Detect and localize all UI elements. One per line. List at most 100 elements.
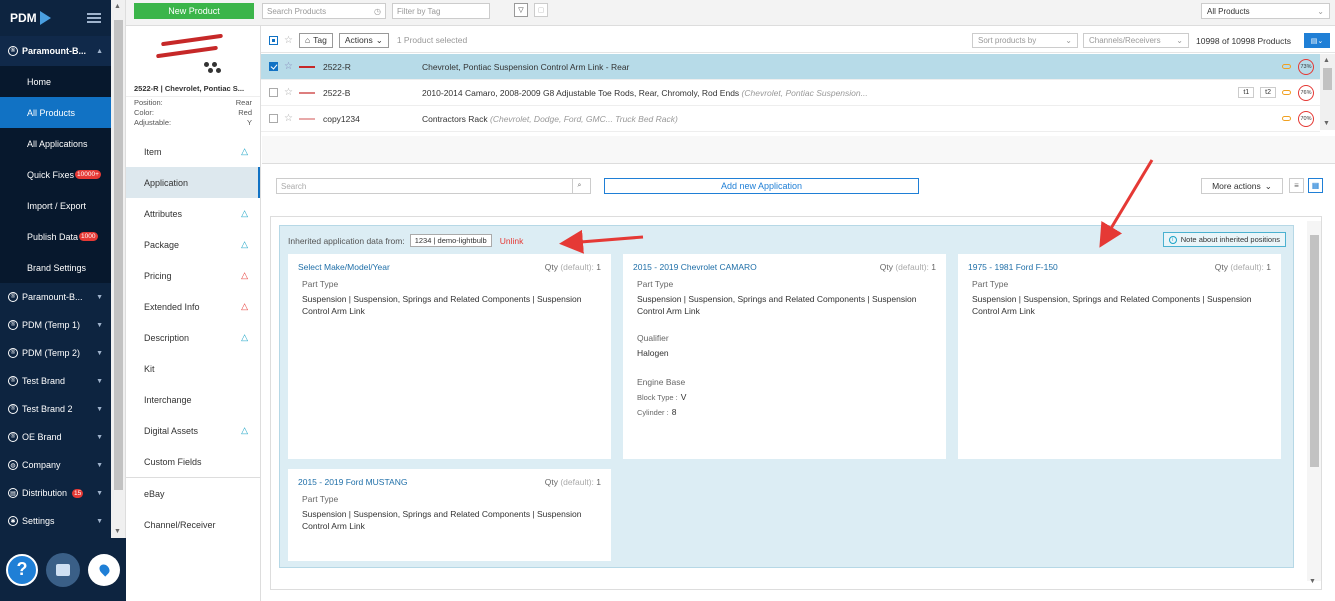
nav-home[interactable]: Home bbox=[0, 66, 111, 97]
application-search-input[interactable]: Search ⌕ bbox=[276, 178, 591, 194]
nav-quick-fixes[interactable]: Quick Fixes 10000+ bbox=[0, 159, 111, 190]
product-row[interactable]: ☆ copy1234 Contractors Rack (Chevrolet, … bbox=[261, 106, 1320, 132]
section-item[interactable]: Pricing △ bbox=[126, 260, 260, 291]
nav-distribution[interactable]: ▤ Distribution 15 ▼ bbox=[0, 479, 111, 507]
card-qty: Qty (default): 1 bbox=[545, 477, 601, 487]
card-title[interactable]: 2015 - 2019 Chevrolet CAMARO bbox=[633, 262, 757, 272]
nav-all-products[interactable]: All Products bbox=[0, 97, 111, 128]
actions-button[interactable]: Actions ⌄ bbox=[338, 32, 389, 48]
product-list-scrollbar[interactable]: ▲ ▼ bbox=[1320, 54, 1335, 130]
list-view-icon[interactable]: ≡ bbox=[1289, 178, 1304, 193]
section-label: Pricing bbox=[144, 270, 172, 281]
section-item[interactable]: Package △ bbox=[126, 229, 260, 260]
row-checkbox[interactable] bbox=[269, 88, 278, 97]
application-card[interactable]: 2015 - 2019 Ford MUSTANG Qty (default): 1… bbox=[288, 469, 611, 561]
scroll-thumb[interactable] bbox=[114, 20, 123, 490]
scroll-thumb[interactable] bbox=[1323, 68, 1332, 90]
more-actions-button[interactable]: More actions ⌄ bbox=[1201, 178, 1283, 194]
brand-label: PDM (Temp 1) bbox=[22, 320, 81, 330]
star-icon[interactable]: ☆ bbox=[284, 35, 293, 46]
product-row[interactable]: ☆ 2522-B 2010-2014 Camaro, 2008-2009 G8 … bbox=[261, 80, 1320, 106]
desc-text: Chevrolet, Pontiac Suspension Control Ar… bbox=[421, 61, 630, 72]
application-card[interactable]: 1975 - 1981 Ford F-150 Qty (default): 1 P… bbox=[958, 254, 1281, 459]
unlink-link[interactable]: Unlink bbox=[500, 236, 524, 246]
section-item[interactable]: Attributes △ bbox=[126, 198, 260, 229]
row-checkbox[interactable] bbox=[269, 114, 278, 123]
brand-item[interactable]: ® Test Brand 2 ▼ bbox=[0, 395, 111, 423]
sidebar-scrollbar[interactable]: ▲ ▼ bbox=[111, 0, 126, 538]
brand-item[interactable]: ® PDM (Temp 1) ▼ bbox=[0, 311, 111, 339]
nav-company[interactable]: ◍ Company ▼ bbox=[0, 451, 111, 479]
product-tag[interactable]: t1 bbox=[1238, 87, 1255, 98]
select-all-checkbox[interactable] bbox=[269, 35, 278, 45]
spec-row: Color: Red bbox=[126, 107, 260, 117]
tag-button[interactable]: ⌂ Tag bbox=[298, 32, 333, 48]
nav-settings[interactable]: ✱ Settings ▼ bbox=[0, 507, 111, 535]
brand-item-active[interactable]: ® Paramount-B... ▲ bbox=[0, 36, 111, 66]
section-item[interactable]: Description △ bbox=[126, 322, 260, 353]
section-item[interactable]: eBay bbox=[126, 478, 260, 509]
add-application-button[interactable]: Add new Application bbox=[604, 178, 919, 194]
section-item[interactable]: Kit bbox=[126, 353, 260, 384]
channels-select[interactable]: Channels/Receivers ⌄ bbox=[1083, 33, 1189, 48]
product-row[interactable]: ☆ 2522-R Chevrolet, Pontiac Suspension C… bbox=[261, 54, 1320, 80]
section-item[interactable]: Item △ bbox=[126, 136, 260, 167]
nav-label: Import / Export bbox=[27, 200, 87, 211]
nav-publish-data[interactable]: Publish Data 1000 bbox=[0, 221, 111, 252]
section-item[interactable]: Custom Fields bbox=[126, 446, 260, 477]
row-checkbox[interactable] bbox=[269, 62, 278, 71]
brand-item[interactable]: ® OE Brand ▼ bbox=[0, 423, 111, 451]
product-tag[interactable]: t2 bbox=[1260, 87, 1276, 98]
desc-extra: (Chevrolet, Pontiac Suspension... bbox=[741, 87, 868, 98]
new-product-button[interactable]: New Product bbox=[134, 3, 254, 19]
filter-tag-input[interactable]: Filter by Tag bbox=[392, 3, 490, 19]
section-item[interactable]: Channel/Receiver bbox=[126, 509, 260, 540]
scope-select[interactable]: All Products ⌄ bbox=[1201, 3, 1330, 19]
card-title[interactable]: Select Make/Model/Year bbox=[298, 262, 390, 272]
nav-brand-settings[interactable]: Brand Settings bbox=[0, 252, 111, 283]
section-item[interactable]: Digital Assets △ bbox=[126, 415, 260, 446]
section-application[interactable]: Application bbox=[126, 167, 260, 198]
help-button[interactable]: ? bbox=[6, 553, 38, 586]
application-card[interactable]: Select Make/Model/Year Qty (default): 1 P… bbox=[288, 254, 611, 459]
section-item[interactable]: Extended Info △ bbox=[126, 291, 260, 322]
applications-scrollbar[interactable] bbox=[1307, 221, 1321, 581]
scroll-down-icon[interactable]: ▼ bbox=[114, 528, 121, 535]
clear-filter-icon[interactable]: ▢ bbox=[534, 3, 548, 17]
scroll-down-icon[interactable]: ▼ bbox=[1309, 578, 1316, 585]
section-item[interactable]: Interchange bbox=[126, 384, 260, 415]
brand-item[interactable]: ® PDM (Temp 2) ▼ bbox=[0, 339, 111, 367]
nav-label: Brand Settings bbox=[27, 262, 87, 273]
scroll-up-icon[interactable]: ▲ bbox=[1323, 57, 1330, 64]
nav-all-applications[interactable]: All Applications bbox=[0, 128, 111, 159]
card-title[interactable]: 1975 - 1981 Ford F-150 bbox=[968, 262, 1058, 272]
star-icon[interactable]: ☆ bbox=[284, 113, 293, 124]
grid-view-icon[interactable]: ▦ bbox=[1308, 178, 1323, 193]
sort-select[interactable]: Sort products by ⌄ bbox=[972, 33, 1078, 48]
star-icon[interactable]: ☆ bbox=[284, 87, 293, 98]
nav-import-export[interactable]: Import / Export bbox=[0, 190, 111, 221]
search-icon[interactable]: ⌕ bbox=[572, 179, 586, 193]
scroll-up-icon[interactable]: ▲ bbox=[114, 3, 121, 10]
scroll-down-icon[interactable]: ▼ bbox=[1323, 120, 1330, 127]
search-products-input[interactable]: Search Products ◷ bbox=[262, 3, 386, 19]
brand-label: PDM (Temp 2) bbox=[22, 348, 81, 358]
chat-button[interactable] bbox=[46, 552, 80, 587]
export-button[interactable]: ▤⌄ bbox=[1304, 33, 1330, 48]
location-button[interactable] bbox=[88, 553, 120, 586]
brand-item[interactable]: ® Test Brand ▼ bbox=[0, 367, 111, 395]
pdm-logo[interactable]: PDM bbox=[10, 11, 51, 25]
card-title[interactable]: 2015 - 2019 Ford MUSTANG bbox=[298, 477, 407, 487]
star-icon[interactable]: ☆ bbox=[284, 61, 293, 72]
part-type-label: Part Type bbox=[302, 279, 339, 289]
product-image[interactable] bbox=[126, 26, 260, 81]
brand-item[interactable]: ® Paramount-B... ▼ bbox=[0, 283, 111, 311]
inherited-note-button[interactable]: i Note about inherited positions bbox=[1162, 232, 1286, 247]
more-actions-label: More actions bbox=[1212, 181, 1261, 191]
scroll-thumb[interactable] bbox=[1310, 235, 1319, 467]
application-card[interactable]: 2015 - 2019 Chevrolet CAMARO Qty (default… bbox=[623, 254, 946, 459]
cylinder: Cylinder :8 bbox=[633, 407, 936, 417]
filter-icon[interactable]: ▽ bbox=[514, 3, 528, 17]
inherited-source[interactable]: 1234 | demo-lightbulb bbox=[409, 234, 492, 247]
menu-collapse-icon[interactable] bbox=[87, 13, 101, 23]
